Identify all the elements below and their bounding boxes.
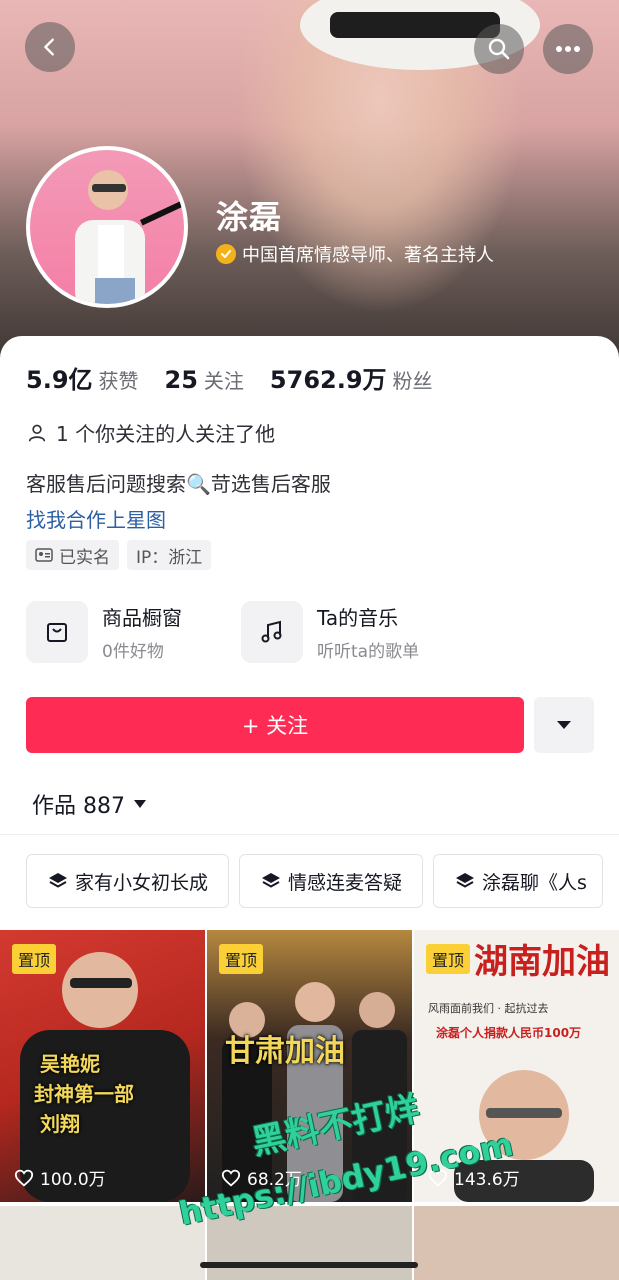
search-icon [488, 38, 510, 60]
bio-text: 客服售后问题搜索🔍苛选售后客服 [26, 472, 331, 496]
verification-line: 中国首席情感导师、著名主持人 [216, 241, 494, 267]
layers-icon [262, 873, 281, 888]
pinned-badge: 置顶 [219, 944, 264, 974]
layers-icon [49, 873, 67, 888]
feature-music-subtitle: 听听ta的歌单 [317, 642, 420, 662]
avatar[interactable] [26, 146, 188, 308]
more-options-button[interactable] [543, 24, 593, 74]
followers-label[interactable]: 粉丝 [393, 365, 433, 394]
video-overlay-text: 涂磊个人捐款人民币100万 [436, 1026, 582, 1040]
following-count[interactable]: 25 [165, 366, 198, 394]
feature-shop-window[interactable]: 商品橱窗 0件好物 [26, 601, 182, 663]
tag-verified-identity: 已实名 [26, 540, 119, 570]
video-overlay-text: 湖南加油 [474, 942, 610, 982]
caret-down-icon [134, 800, 146, 808]
profile-stats: 5.9亿 获赞 25 关注 5762.9万 粉丝 [26, 360, 459, 395]
feature-shop-title: 商品橱窗 [102, 606, 182, 630]
pinned-badge: 置顶 [12, 944, 57, 974]
profile-name: 涂磊 [216, 198, 283, 236]
header-hatband-shape [330, 12, 500, 38]
search-button[interactable] [474, 24, 524, 74]
mutual-followers[interactable]: 1 个你关注的人关注了他 [26, 418, 275, 447]
video-overlay-text: 封神第一部 [34, 1082, 134, 1106]
pinned-badge: 置顶 [426, 944, 471, 974]
works-tab[interactable]: 作品 887 [32, 788, 147, 820]
feature-shop-subtitle: 0件好物 [102, 642, 164, 662]
video-overlay-text: 风雨面前我们 · 起抗过去 [428, 1002, 549, 1015]
likes-count: 5.9亿 [26, 366, 93, 394]
mutual-text: 1 个你关注的人关注了他 [56, 422, 276, 446]
id-card-icon [35, 548, 53, 562]
video-tile[interactable]: 吴艳妮 封神第一部 刘翔 置顶 100.0万 [0, 930, 205, 1202]
likes-label: 获赞 [98, 369, 139, 393]
person-icon [28, 424, 46, 442]
tag-ip-location: IP：浙江 [127, 540, 212, 570]
heart-icon [14, 1169, 34, 1187]
shopping-bag-icon [26, 601, 88, 663]
collection-pill[interactable]: 家有小女初长成 [26, 854, 230, 908]
recommend-dropdown-button[interactable] [534, 697, 594, 753]
following-label[interactable]: 关注 [204, 365, 244, 394]
chevron-left-icon [44, 38, 54, 56]
layers-icon [456, 873, 475, 888]
video-overlay-text: 甘肃加油 [225, 1034, 345, 1069]
follow-button[interactable]: + 关注 [26, 697, 524, 753]
feature-music-title: Ta的音乐 [317, 606, 399, 630]
divider [0, 834, 619, 835]
followers-count[interactable]: 5762.9万 [270, 360, 387, 395]
collection-pill[interactable]: 情感连麦答疑 [239, 854, 424, 908]
more-dots-icon [556, 46, 580, 52]
video-overlay-text: 刘翔 [40, 1112, 80, 1136]
back-button[interactable] [25, 22, 75, 72]
video-tile[interactable] [0, 1206, 205, 1280]
avatar-photo [30, 150, 184, 304]
works-label: 作品 887 [32, 794, 125, 819]
feature-music[interactable]: Ta的音乐 听听ta的歌单 [241, 601, 419, 663]
collection-pills: 家有小女初长成 情感连麦答疑 涂磊聊《人s [26, 854, 613, 908]
music-note-icon [241, 601, 303, 663]
video-overlay-text: 吴艳妮 [40, 1052, 100, 1076]
home-indicator [200, 1262, 418, 1268]
collection-pill[interactable]: 涂磊聊《人s [433, 854, 604, 908]
verified-badge-icon [216, 244, 236, 264]
triangle-down-icon [557, 721, 571, 729]
video-tile[interactable] [414, 1206, 619, 1280]
video-likes: 100.0万 [14, 1165, 106, 1190]
profile-tags: 已实名 IP：浙江 [26, 540, 219, 570]
cooperation-link[interactable]: 找我合作上星图 [26, 504, 166, 533]
verification-text: 中国首席情感导师、著名主持人 [242, 245, 494, 266]
